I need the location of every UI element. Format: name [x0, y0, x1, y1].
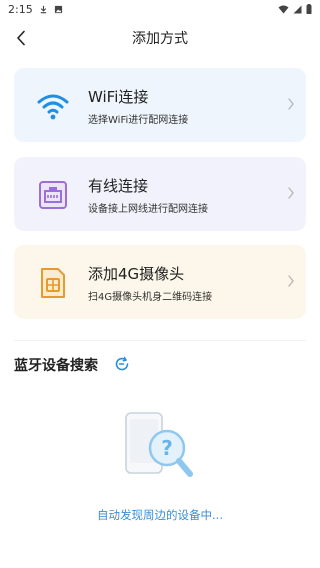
- option-description: 选择WiFi进行配网连接: [88, 115, 189, 126]
- device-search-illustration: ?: [125, 412, 193, 477]
- wifi-icon: [36, 89, 70, 123]
- wifi-status-icon: [278, 5, 289, 13]
- option-title: 添加4G摄像头: [88, 265, 185, 283]
- status-bar: 2:15: [0, 0, 320, 18]
- chevron-right-icon: [288, 275, 294, 287]
- page-title: 添加方式: [132, 31, 188, 47]
- option-title: 有线连接: [88, 177, 149, 195]
- download-icon: [40, 5, 46, 13]
- sim-card-icon: [36, 266, 70, 300]
- svg-text:?: ?: [161, 436, 173, 460]
- photo-icon: [54, 5, 62, 13]
- chevron-right-icon: [288, 98, 294, 110]
- signal-icon: [293, 5, 302, 13]
- option-card-4g[interactable]: 添加4G摄像头 扫4G摄像头机身二维码连接: [14, 245, 306, 319]
- ethernet-icon: [36, 178, 70, 212]
- battery-icon: [306, 4, 312, 14]
- option-card-wifi[interactable]: WiFi连接 选择WiFi进行配网连接: [14, 68, 306, 142]
- search-status-text: 自动发现周边的设备中...: [97, 508, 223, 522]
- option-card-wired[interactable]: 有线连接 设备接上网线进行配网连接: [14, 157, 306, 231]
- refresh-icon[interactable]: [114, 356, 130, 372]
- section-divider: [14, 340, 306, 341]
- header: 添加方式: [0, 20, 320, 56]
- bluetooth-search-title: 蓝牙设备搜索: [14, 358, 98, 374]
- option-description: 扫4G摄像头机身二维码连接: [88, 292, 213, 303]
- status-time: 2:15: [8, 2, 33, 16]
- back-button[interactable]: [10, 26, 32, 50]
- option-description: 设备接上网线进行配网连接: [88, 204, 208, 215]
- option-title: WiFi连接: [88, 88, 149, 106]
- chevron-left-icon: [17, 30, 25, 46]
- chevron-right-icon: [288, 187, 294, 199]
